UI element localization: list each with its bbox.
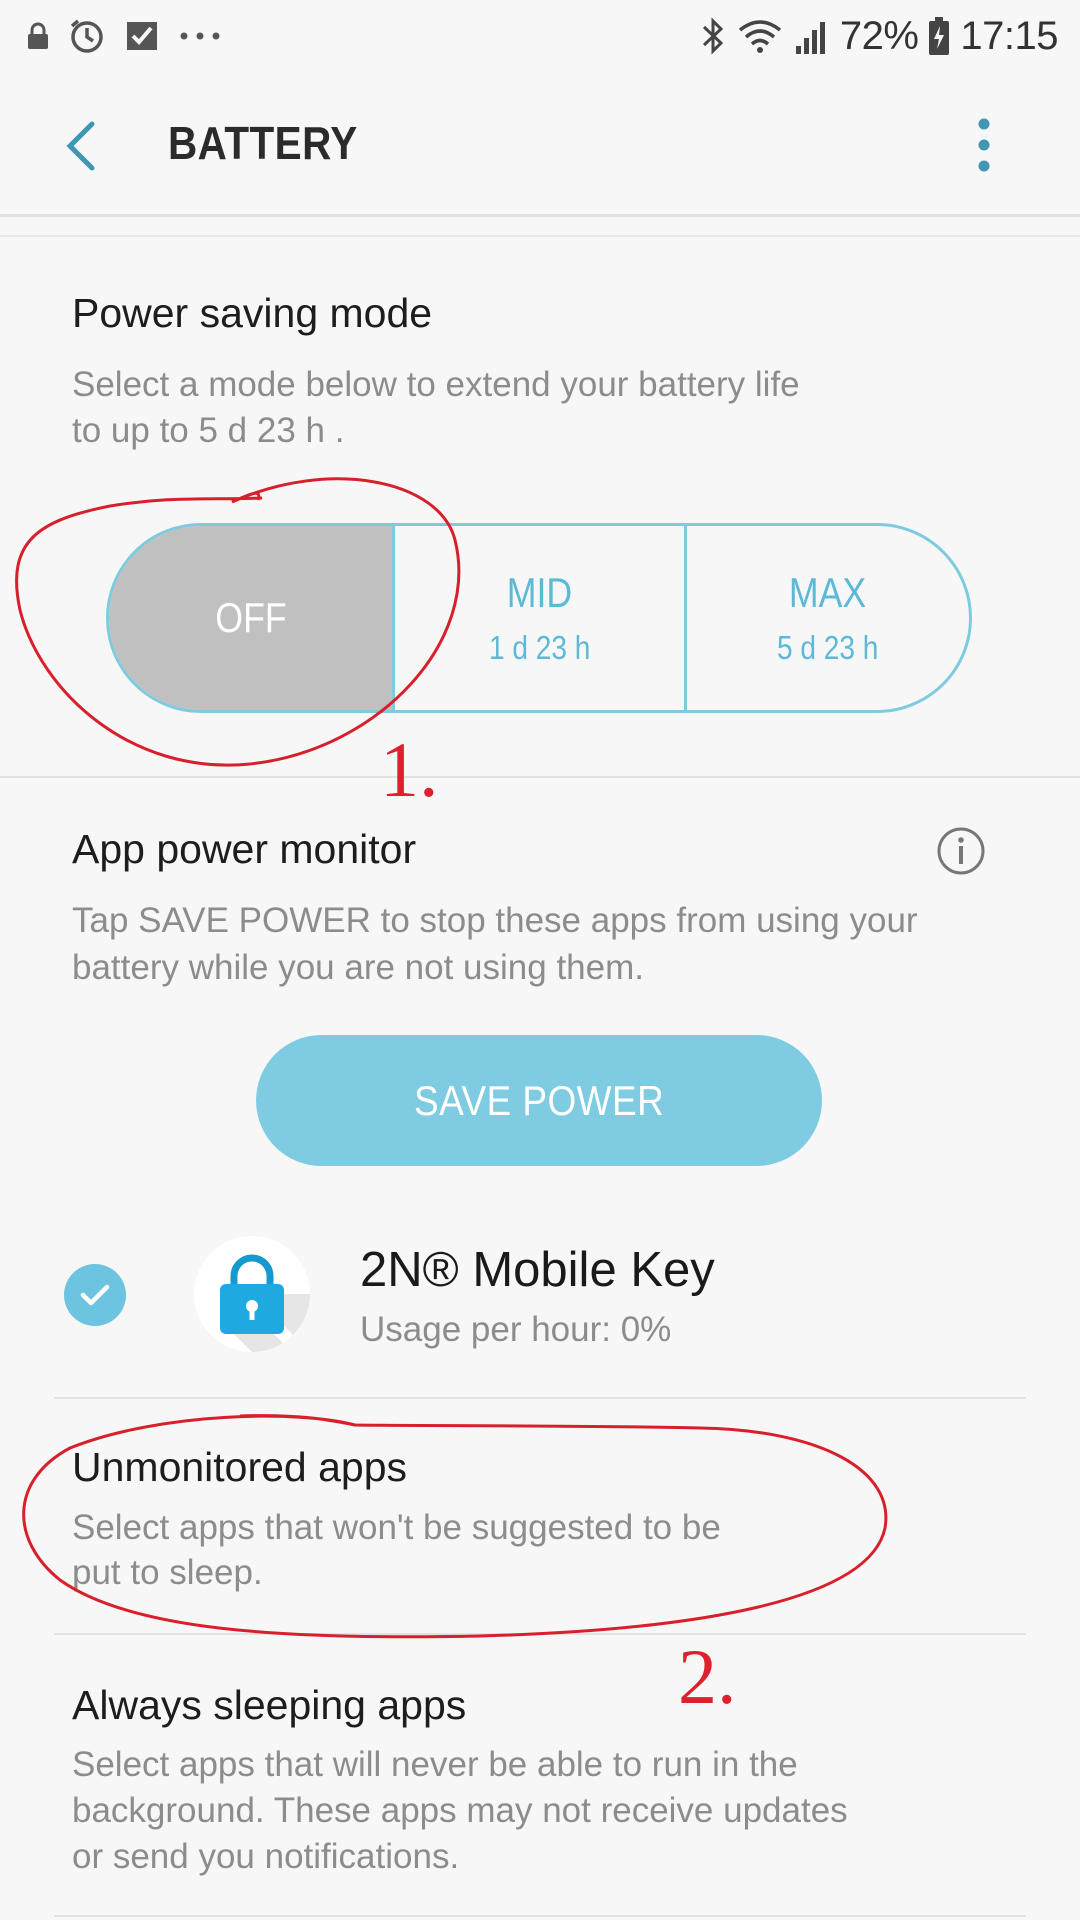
- annotation-marker-2: 2.: [678, 1633, 737, 1720]
- annotation-overlay: [15, 477, 888, 1639]
- annotation-circle-1: [15, 477, 461, 767]
- annotation-marker-1: 1.: [380, 726, 439, 813]
- annotation-circle-2: [22, 1414, 888, 1639]
